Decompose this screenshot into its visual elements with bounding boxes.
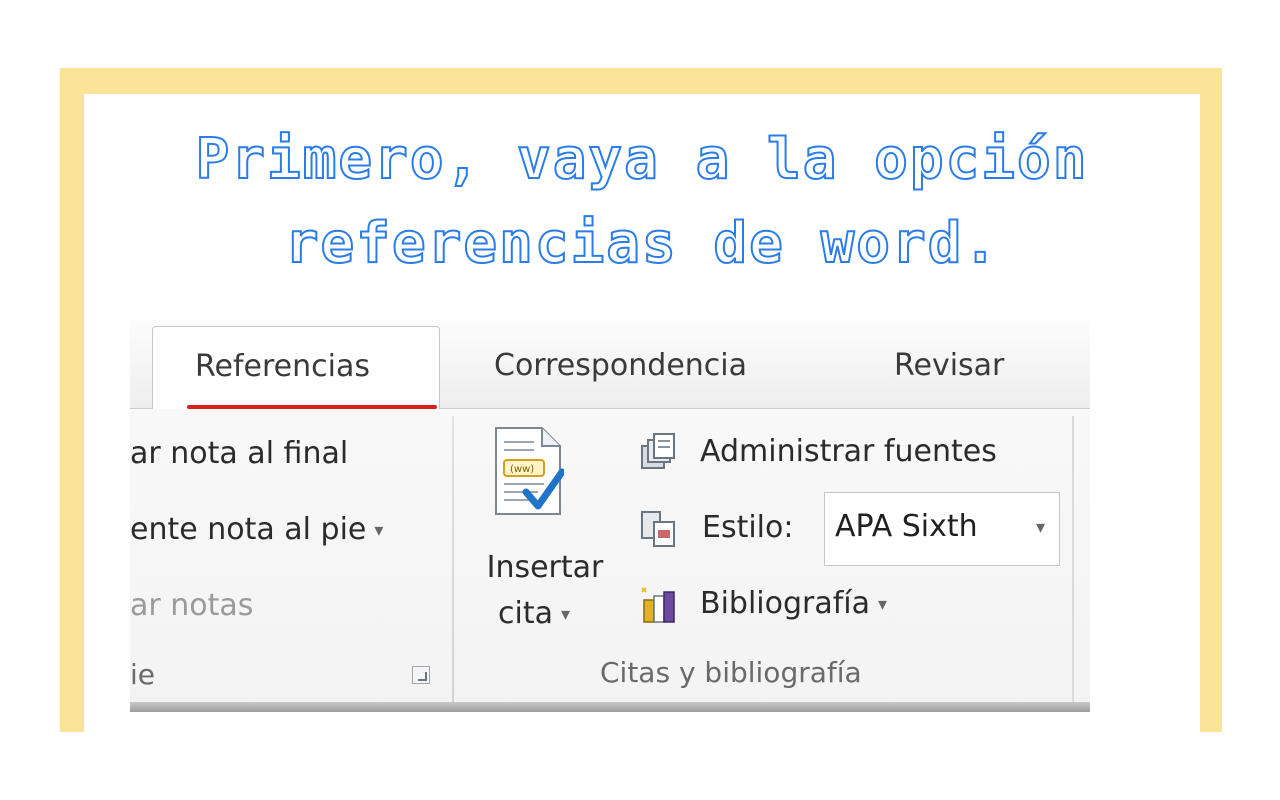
instruction-line-2: referencias de word. xyxy=(284,210,1000,277)
red-underline-highlight xyxy=(187,405,437,409)
style-select-value: APA Sixth xyxy=(835,509,978,544)
group-separator xyxy=(452,416,454,702)
bibliography-icon xyxy=(641,587,675,623)
tab-referencias-label: Referencias xyxy=(195,349,370,384)
insert-citation-label-1: Insertar xyxy=(486,550,604,585)
ribbon-tab-bar: Referencias Correspondencia Revisar xyxy=(130,320,1090,409)
dialog-launcher-icon[interactable] xyxy=(412,666,430,684)
next-footnote-button[interactable]: ente nota al pie ▾ xyxy=(130,512,383,547)
bibliography-label: Bibliografía ▾ xyxy=(700,586,887,621)
instruction-title: Primero, vaya a la opción referencias de… xyxy=(84,118,1200,286)
ribbon-bottom-border xyxy=(130,702,1090,712)
word-ribbon: Referencias Correspondencia Revisar ar n… xyxy=(130,320,1090,712)
svg-text:(ww): (ww) xyxy=(510,464,534,475)
footnotes-group-label: ie xyxy=(130,658,156,691)
insert-citation-label-2: cita ▾ xyxy=(498,596,570,631)
show-notes-button: ar notas xyxy=(130,588,254,623)
instruction-line-1: Primero, vaya a la opción xyxy=(195,126,1089,193)
chevron-down-icon[interactable]: ▾ xyxy=(1036,517,1045,538)
chevron-down-icon: ▾ xyxy=(374,520,384,541)
insert-citation-icon: (ww) xyxy=(495,427,564,515)
style-select[interactable]: APA Sixth ▾ xyxy=(824,492,1060,566)
next-footnote-label: ente nota al pie xyxy=(130,512,367,547)
chevron-down-icon: ▾ xyxy=(878,594,888,615)
tab-correspondencia[interactable]: Correspondencia xyxy=(494,348,747,384)
insert-citation-label-text: cita xyxy=(498,596,553,631)
insert-endnote-button[interactable]: ar nota al final xyxy=(130,436,348,471)
tab-referencias[interactable]: Referencias xyxy=(152,326,440,409)
tab-revisar[interactable]: Revisar xyxy=(894,348,1004,384)
manage-sources-label: Administrar fuentes xyxy=(700,434,997,469)
citations-group-label: Citas y bibliografía xyxy=(600,656,862,689)
manage-sources-icon xyxy=(641,433,675,469)
group-separator xyxy=(1072,416,1074,702)
bibliography-label-text: Bibliografía xyxy=(700,586,871,621)
style-label: Estilo: xyxy=(702,510,794,545)
chevron-down-icon: ▾ xyxy=(560,604,571,625)
style-icon xyxy=(641,511,675,547)
